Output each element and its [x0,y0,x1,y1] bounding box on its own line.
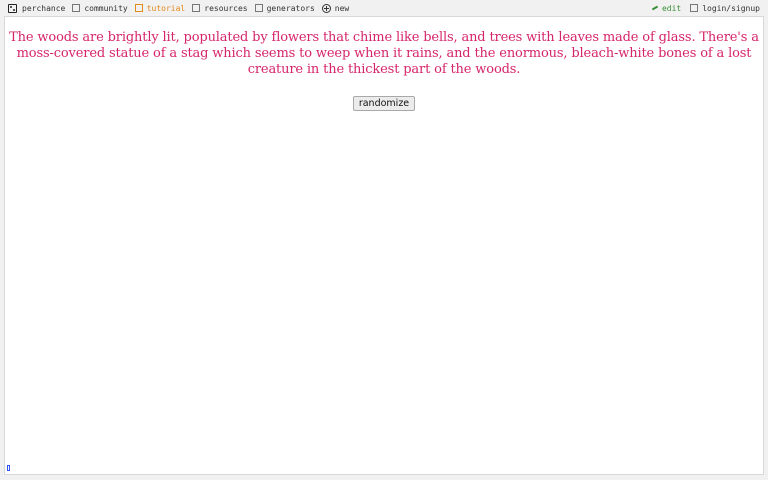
nav-resources-label: resources [204,3,248,13]
nav-generators[interactable]: generators [254,3,315,13]
top-navigation-bar: perchance community tutorial resources g… [0,0,768,16]
nav-perchance-label: perchance [22,3,66,13]
nav-generators-label: generators [266,3,315,13]
nav-tutorial-label: tutorial [146,3,186,13]
login-icon [690,4,699,12]
nav-edit-label: edit [661,3,682,13]
button-container: randomize [5,91,763,111]
nav-left: perchance community tutorial resources g… [8,3,356,13]
generators-icon [254,4,263,12]
nav-tutorial[interactable]: tutorial [134,3,186,13]
nav-perchance[interactable]: perchance [8,3,66,13]
plus-circle-icon [321,3,331,13]
nav-login-label: login/signup [702,3,760,13]
nav-new-label: new [334,3,350,13]
nav-edit[interactable]: edit [651,3,682,13]
resources-icon [192,4,201,12]
generated-story-text: The woods are brightly lit, populated by… [9,30,759,77]
nav-login[interactable]: login/signup [690,4,760,13]
generator-output-frame: The woods are brightly lit, populated by… [4,16,764,475]
community-icon [72,4,81,12]
dice-icon [8,3,17,13]
pencil-icon [651,5,659,11]
nav-new[interactable]: new [321,3,350,13]
nav-right: edit login/signup [643,4,760,13]
nav-community-label: community [84,3,128,13]
tutorial-icon [134,4,143,12]
corner-marker-icon [7,465,10,471]
nav-resources[interactable]: resources [192,3,248,13]
randomize-button[interactable]: randomize [352,96,416,111]
nav-community[interactable]: community [72,3,128,13]
